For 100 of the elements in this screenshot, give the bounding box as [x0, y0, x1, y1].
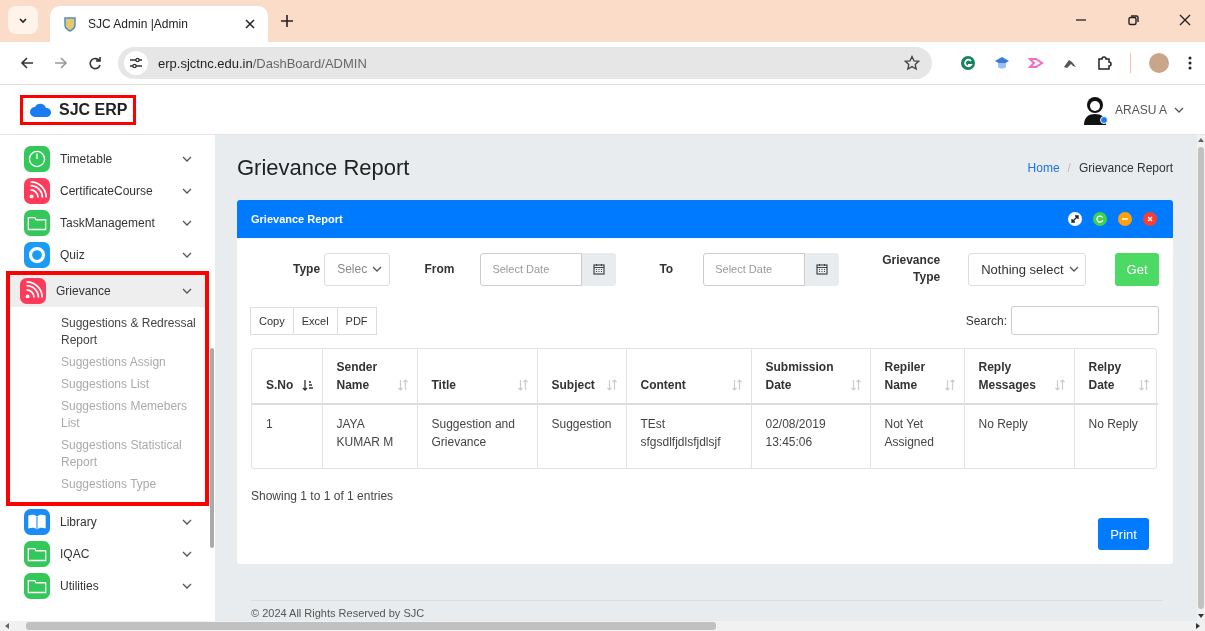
- puzzle-icon[interactable]: [1096, 55, 1112, 71]
- field-label: Type: [293, 262, 321, 276]
- table-cell: 1: [252, 404, 322, 468]
- graduation-cap-icon[interactable]: [994, 55, 1010, 71]
- breadcrumb-separator: /: [1067, 160, 1071, 175]
- table-cell: Suggestion and Grievance: [417, 404, 537, 468]
- scroll-down-icon: [1197, 613, 1205, 619]
- card-title: Grievance Report: [251, 213, 343, 225]
- field-label: From: [424, 262, 455, 276]
- site-settings-icon: [124, 51, 148, 75]
- sidebar-item[interactable]: TaskManagement: [10, 207, 205, 239]
- column-header[interactable]: Content: [626, 349, 751, 404]
- table-cell: Suggestion: [537, 404, 626, 468]
- scrollbar-thumb[interactable]: [210, 348, 214, 548]
- close-icon[interactable]: [1179, 14, 1191, 26]
- sidebar-item[interactable]: Utilities: [10, 570, 205, 602]
- sidebar-item[interactable]: Library: [10, 506, 205, 538]
- refresh-icon[interactable]: [1093, 212, 1107, 226]
- scrollbar[interactable]: [1197, 135, 1205, 621]
- sort-icon: [730, 379, 743, 391]
- new-tab-icon[interactable]: [280, 14, 294, 28]
- feed-icon: [20, 278, 46, 304]
- forward-icon[interactable]: [54, 56, 68, 70]
- breadcrumb-current: Grievance Report: [1078, 160, 1173, 175]
- sidebar-item[interactable]: Grievance: [10, 275, 205, 307]
- export-button[interactable]: Copy: [250, 306, 294, 335]
- field-label: To: [659, 262, 674, 276]
- sort-icon: [605, 379, 618, 391]
- grievance-type-select[interactable]: Nothing select: [968, 252, 1087, 286]
- search-field[interactable]: [1011, 306, 1159, 335]
- minimize-icon[interactable]: [1118, 212, 1132, 226]
- table-cell: Not Yet Assigned: [870, 404, 964, 468]
- tab-title: SJC Admin |Admin: [88, 17, 189, 31]
- more-icon[interactable]: [1187, 55, 1193, 71]
- submenu-item[interactable]: Suggestions & Redressal Report: [61, 313, 197, 352]
- sort-icon: [1138, 379, 1150, 391]
- sort-ascending-icon: [301, 379, 314, 391]
- sidebar-item[interactable]: IQAC: [10, 538, 205, 570]
- back-icon[interactable]: [20, 56, 34, 70]
- expand-icon[interactable]: [1068, 212, 1082, 226]
- clock-icon: [24, 146, 50, 172]
- sort-icon: [943, 379, 956, 391]
- sidebar-item[interactable]: Timetable: [10, 143, 205, 175]
- user-menu[interactable]: ARASU A: [1082, 94, 1185, 125]
- sort-icon: [849, 379, 862, 391]
- calendar-icon: [816, 263, 829, 275]
- column-header[interactable]: S.No: [252, 349, 322, 404]
- feed-icon: [24, 178, 50, 204]
- column-header[interactable]: Subject: [537, 349, 626, 404]
- type-select[interactable]: Selec: [324, 252, 391, 286]
- column-header[interactable]: Relpy Date: [1074, 349, 1158, 404]
- restore-icon[interactable]: [1127, 14, 1139, 26]
- close-icon[interactable]: [244, 18, 256, 30]
- star-icon[interactable]: [904, 55, 920, 71]
- table-cell: JAYA KUMAR M: [322, 404, 417, 468]
- folder-icon: [24, 210, 50, 236]
- g-circle-icon[interactable]: [960, 55, 976, 71]
- calendar-button[interactable]: [582, 252, 617, 286]
- scroll-left-icon: [4, 622, 10, 630]
- scroll-up-icon: [1197, 137, 1205, 143]
- breadcrumb-link[interactable]: Home: [1027, 160, 1060, 175]
- column-header[interactable]: Reply Messages: [964, 349, 1074, 404]
- url-text: erp.sjctnc.edu.in/DashBoard/ADMIN: [158, 55, 367, 71]
- sort-icon: [396, 379, 409, 391]
- footer-text: © 2024 All Rights Reserved by SJC: [251, 607, 425, 619]
- calendar-button[interactable]: [805, 252, 840, 286]
- column-header[interactable]: Sender Name: [322, 349, 417, 404]
- address-field[interactable]: erp.sjctnc.edu.in/DashBoard/ADMIN: [118, 47, 932, 79]
- sidebar-item[interactable]: CertificateCourse: [10, 175, 205, 207]
- table-cell: 02/08/2019 13:45:06: [751, 404, 870, 468]
- cloud-icon: [29, 101, 53, 118]
- print-button[interactable]: Print: [1098, 518, 1149, 550]
- browser-tab[interactable]: SJC Admin |Admin: [50, 6, 268, 42]
- brand-logo[interactable]: SJC ERP: [20, 94, 137, 125]
- folder-icon: [24, 573, 50, 599]
- export-button[interactable]: Excel: [292, 306, 338, 335]
- sort-icon: [1053, 379, 1066, 391]
- table-info: Showing 1 to 1 of 1 entries: [251, 489, 395, 503]
- table-cell: No Reply: [964, 404, 1074, 468]
- page-title: Grievance Report: [237, 154, 410, 181]
- column-header[interactable]: Title: [417, 349, 537, 404]
- table-cell: No Reply: [1074, 404, 1158, 468]
- scroll-right-icon: [1195, 622, 1201, 630]
- book-icon: [24, 509, 50, 535]
- user-silhouette-icon: [1082, 94, 1109, 125]
- table-cell: TEst sfgsdlfjdlsfjdlsjf: [626, 404, 751, 468]
- search-label: Search:: [965, 313, 1007, 328]
- sidebar-item[interactable]: Quiz: [10, 239, 205, 271]
- column-header[interactable]: Repiler Name: [870, 349, 964, 404]
- date-field[interactable]: Select Date: [703, 252, 806, 286]
- arrow-shape-icon[interactable]: [1028, 55, 1044, 71]
- calendar-icon: [593, 263, 606, 275]
- field-label: Grievance Type: [882, 252, 941, 286]
- export-button[interactable]: PDF: [336, 306, 377, 335]
- crest-icon: [62, 16, 78, 32]
- scrollbar[interactable]: [0, 621, 1205, 631]
- reload-icon[interactable]: [88, 56, 102, 70]
- sort-icon: [516, 379, 529, 391]
- column-header[interactable]: Submission Date: [751, 349, 870, 404]
- date-field[interactable]: Select Date: [480, 252, 583, 286]
